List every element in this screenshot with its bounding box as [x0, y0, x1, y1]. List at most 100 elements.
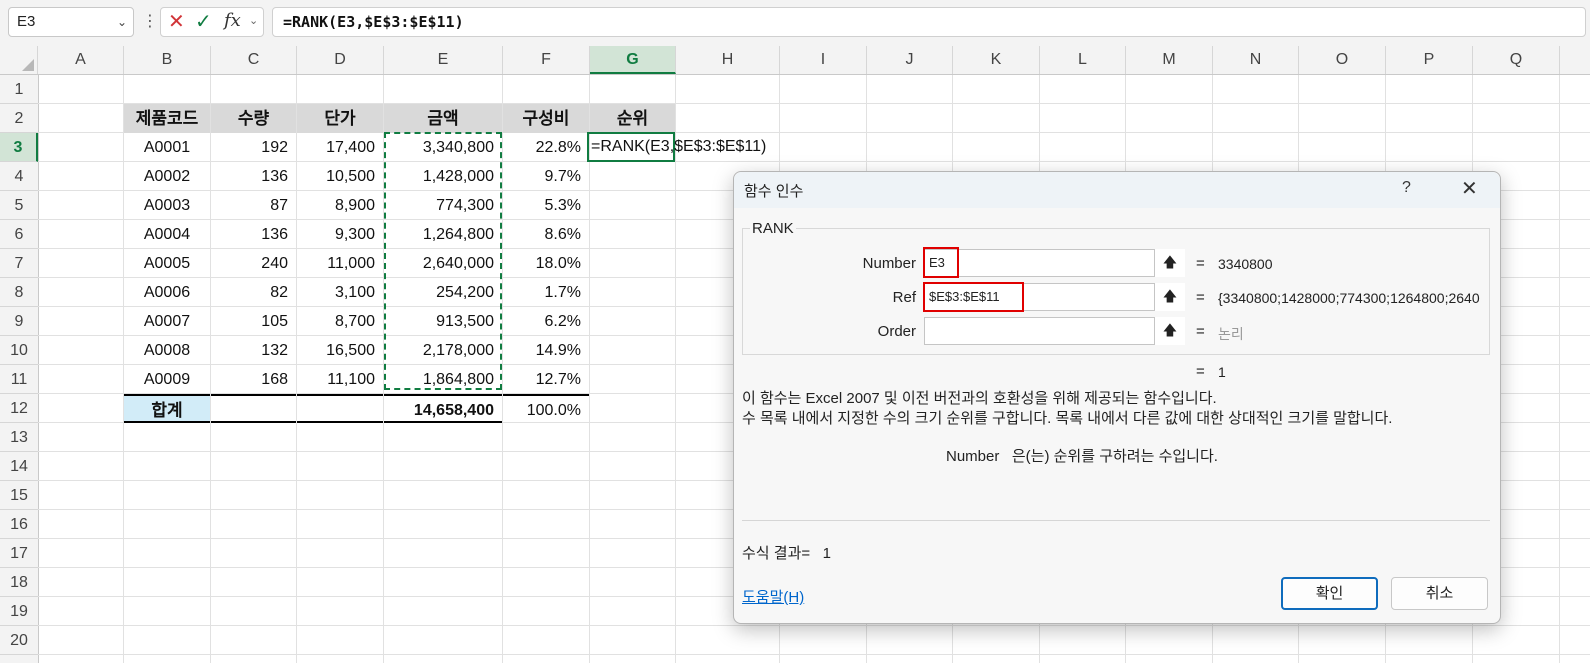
column-header-k[interactable]: K: [953, 46, 1040, 74]
table-cell[interactable]: 17,400: [297, 133, 383, 162]
row-header-13[interactable]: 13: [0, 423, 38, 452]
insert-function-icon[interactable]: fx: [224, 10, 241, 31]
cell-editor-text[interactable]: =RANK(E3,$E$3:$E$11): [591, 133, 766, 161]
table-cell[interactable]: A0001: [124, 133, 210, 162]
formula-input[interactable]: =RANK(E3,$E$3:$E$11): [272, 7, 1586, 37]
order-input[interactable]: [924, 317, 1185, 345]
table-cell[interactable]: A0004: [124, 220, 210, 249]
column-header-q[interactable]: Q: [1473, 46, 1560, 74]
table-cell[interactable]: 1.7%: [503, 278, 589, 307]
table-header-cell[interactable]: 금액: [384, 104, 502, 133]
table-header-cell[interactable]: 순위: [590, 104, 675, 133]
table-cell[interactable]: A0009: [124, 365, 210, 394]
table-cell[interactable]: [211, 394, 296, 423]
table-cell[interactable]: 11,000: [297, 249, 383, 278]
table-cell[interactable]: 87: [211, 191, 296, 220]
table-cell[interactable]: 132: [211, 336, 296, 365]
collapse-dialog-icon[interactable]: 🡅: [1154, 249, 1185, 277]
chevron-down-icon[interactable]: ⌄: [249, 14, 258, 27]
table-cell[interactable]: 240: [211, 249, 296, 278]
column-header-a[interactable]: A: [38, 46, 124, 74]
table-cell[interactable]: 5.3%: [503, 191, 589, 220]
cancel-icon[interactable]: ✕: [168, 12, 185, 32]
cancel-button[interactable]: 취소: [1391, 577, 1488, 610]
table-cell[interactable]: 105: [211, 307, 296, 336]
table-cell[interactable]: A0008: [124, 336, 210, 365]
table-cell[interactable]: 16,500: [297, 336, 383, 365]
more-options-icon[interactable]: ⋮: [142, 10, 158, 34]
table-cell[interactable]: 10,500: [297, 162, 383, 191]
row-header-16[interactable]: 16: [0, 510, 38, 539]
row-header-8[interactable]: 8: [0, 278, 38, 307]
row-header-20[interactable]: 20: [0, 626, 38, 655]
row-header-18[interactable]: 18: [0, 568, 38, 597]
row-header-7[interactable]: 7: [0, 249, 38, 278]
help-icon[interactable]: ?: [1402, 179, 1411, 197]
row-header-15[interactable]: 15: [0, 481, 38, 510]
row-header-11[interactable]: 11: [0, 365, 38, 394]
number-input[interactable]: E3: [924, 249, 1185, 277]
column-header-n[interactable]: N: [1213, 46, 1299, 74]
table-cell[interactable]: A0003: [124, 191, 210, 220]
table-header-cell[interactable]: 구성비: [503, 104, 589, 133]
table-cell[interactable]: 8.6%: [503, 220, 589, 249]
column-header-h[interactable]: H: [676, 46, 780, 74]
row-header-9[interactable]: 9: [0, 307, 38, 336]
table-cell[interactable]: 18.0%: [503, 249, 589, 278]
row-header-14[interactable]: 14: [0, 452, 38, 481]
table-cell[interactable]: 9,300: [297, 220, 383, 249]
table-cell[interactable]: A0007: [124, 307, 210, 336]
table-cell[interactable]: 3,100: [297, 278, 383, 307]
row-header-3[interactable]: 3: [0, 133, 38, 162]
table-cell[interactable]: 82: [211, 278, 296, 307]
ok-button[interactable]: 확인: [1281, 577, 1378, 610]
column-header-c[interactable]: C: [211, 46, 297, 74]
close-icon[interactable]: ✕: [1461, 176, 1478, 201]
total-amount-cell[interactable]: 14,658,400: [384, 394, 502, 423]
table-cell[interactable]: 192: [211, 133, 296, 162]
column-header-j[interactable]: J: [867, 46, 953, 74]
row-header-10[interactable]: 10: [0, 336, 38, 365]
collapse-dialog-icon[interactable]: 🡅: [1154, 283, 1185, 311]
table-cell[interactable]: 136: [211, 162, 296, 191]
table-header-cell[interactable]: 단가: [297, 104, 383, 133]
table-cell[interactable]: 168: [211, 365, 296, 394]
column-header-p[interactable]: P: [1386, 46, 1473, 74]
table-cell[interactable]: 8,700: [297, 307, 383, 336]
column-header-l[interactable]: L: [1040, 46, 1126, 74]
row-header-2[interactable]: 2: [0, 104, 38, 133]
row-header-6[interactable]: 6: [0, 220, 38, 249]
table-cell[interactable]: A0005: [124, 249, 210, 278]
table-cell[interactable]: 11,100: [297, 365, 383, 394]
table-cell[interactable]: 8,900: [297, 191, 383, 220]
total-ratio-cell[interactable]: 100.0%: [503, 394, 589, 423]
table-cell[interactable]: 6.2%: [503, 307, 589, 336]
table-header-cell[interactable]: 수량: [211, 104, 296, 133]
total-label-cell[interactable]: 합계: [124, 394, 210, 423]
table-cell[interactable]: 136: [211, 220, 296, 249]
help-link[interactable]: 도움말(H): [742, 586, 804, 607]
row-header-12[interactable]: 12: [0, 394, 38, 423]
table-cell[interactable]: 22.8%: [503, 133, 589, 162]
column-header-f[interactable]: F: [503, 46, 590, 74]
table-cell[interactable]: [297, 394, 383, 423]
row-header-17[interactable]: 17: [0, 539, 38, 568]
row-header-1[interactable]: 1: [0, 75, 38, 104]
column-header-b[interactable]: B: [124, 46, 211, 74]
row-header-19[interactable]: 19: [0, 597, 38, 626]
collapse-dialog-icon[interactable]: 🡅: [1154, 317, 1185, 345]
enter-icon[interactable]: ✓: [195, 11, 212, 33]
table-cell[interactable]: 12.7%: [503, 365, 589, 394]
table-cell[interactable]: A0006: [124, 278, 210, 307]
table-cell[interactable]: 14.9%: [503, 336, 589, 365]
row-header-4[interactable]: 4: [0, 162, 38, 191]
select-all-button[interactable]: [0, 46, 38, 74]
table-cell[interactable]: 9.7%: [503, 162, 589, 191]
name-box[interactable]: E3 ⌄: [8, 7, 134, 37]
row-header-5[interactable]: 5: [0, 191, 38, 220]
column-header-g[interactable]: G: [590, 46, 676, 74]
column-header-e[interactable]: E: [384, 46, 503, 74]
column-header-m[interactable]: M: [1126, 46, 1213, 74]
column-header-o[interactable]: O: [1299, 46, 1386, 74]
column-header-i[interactable]: I: [780, 46, 867, 74]
